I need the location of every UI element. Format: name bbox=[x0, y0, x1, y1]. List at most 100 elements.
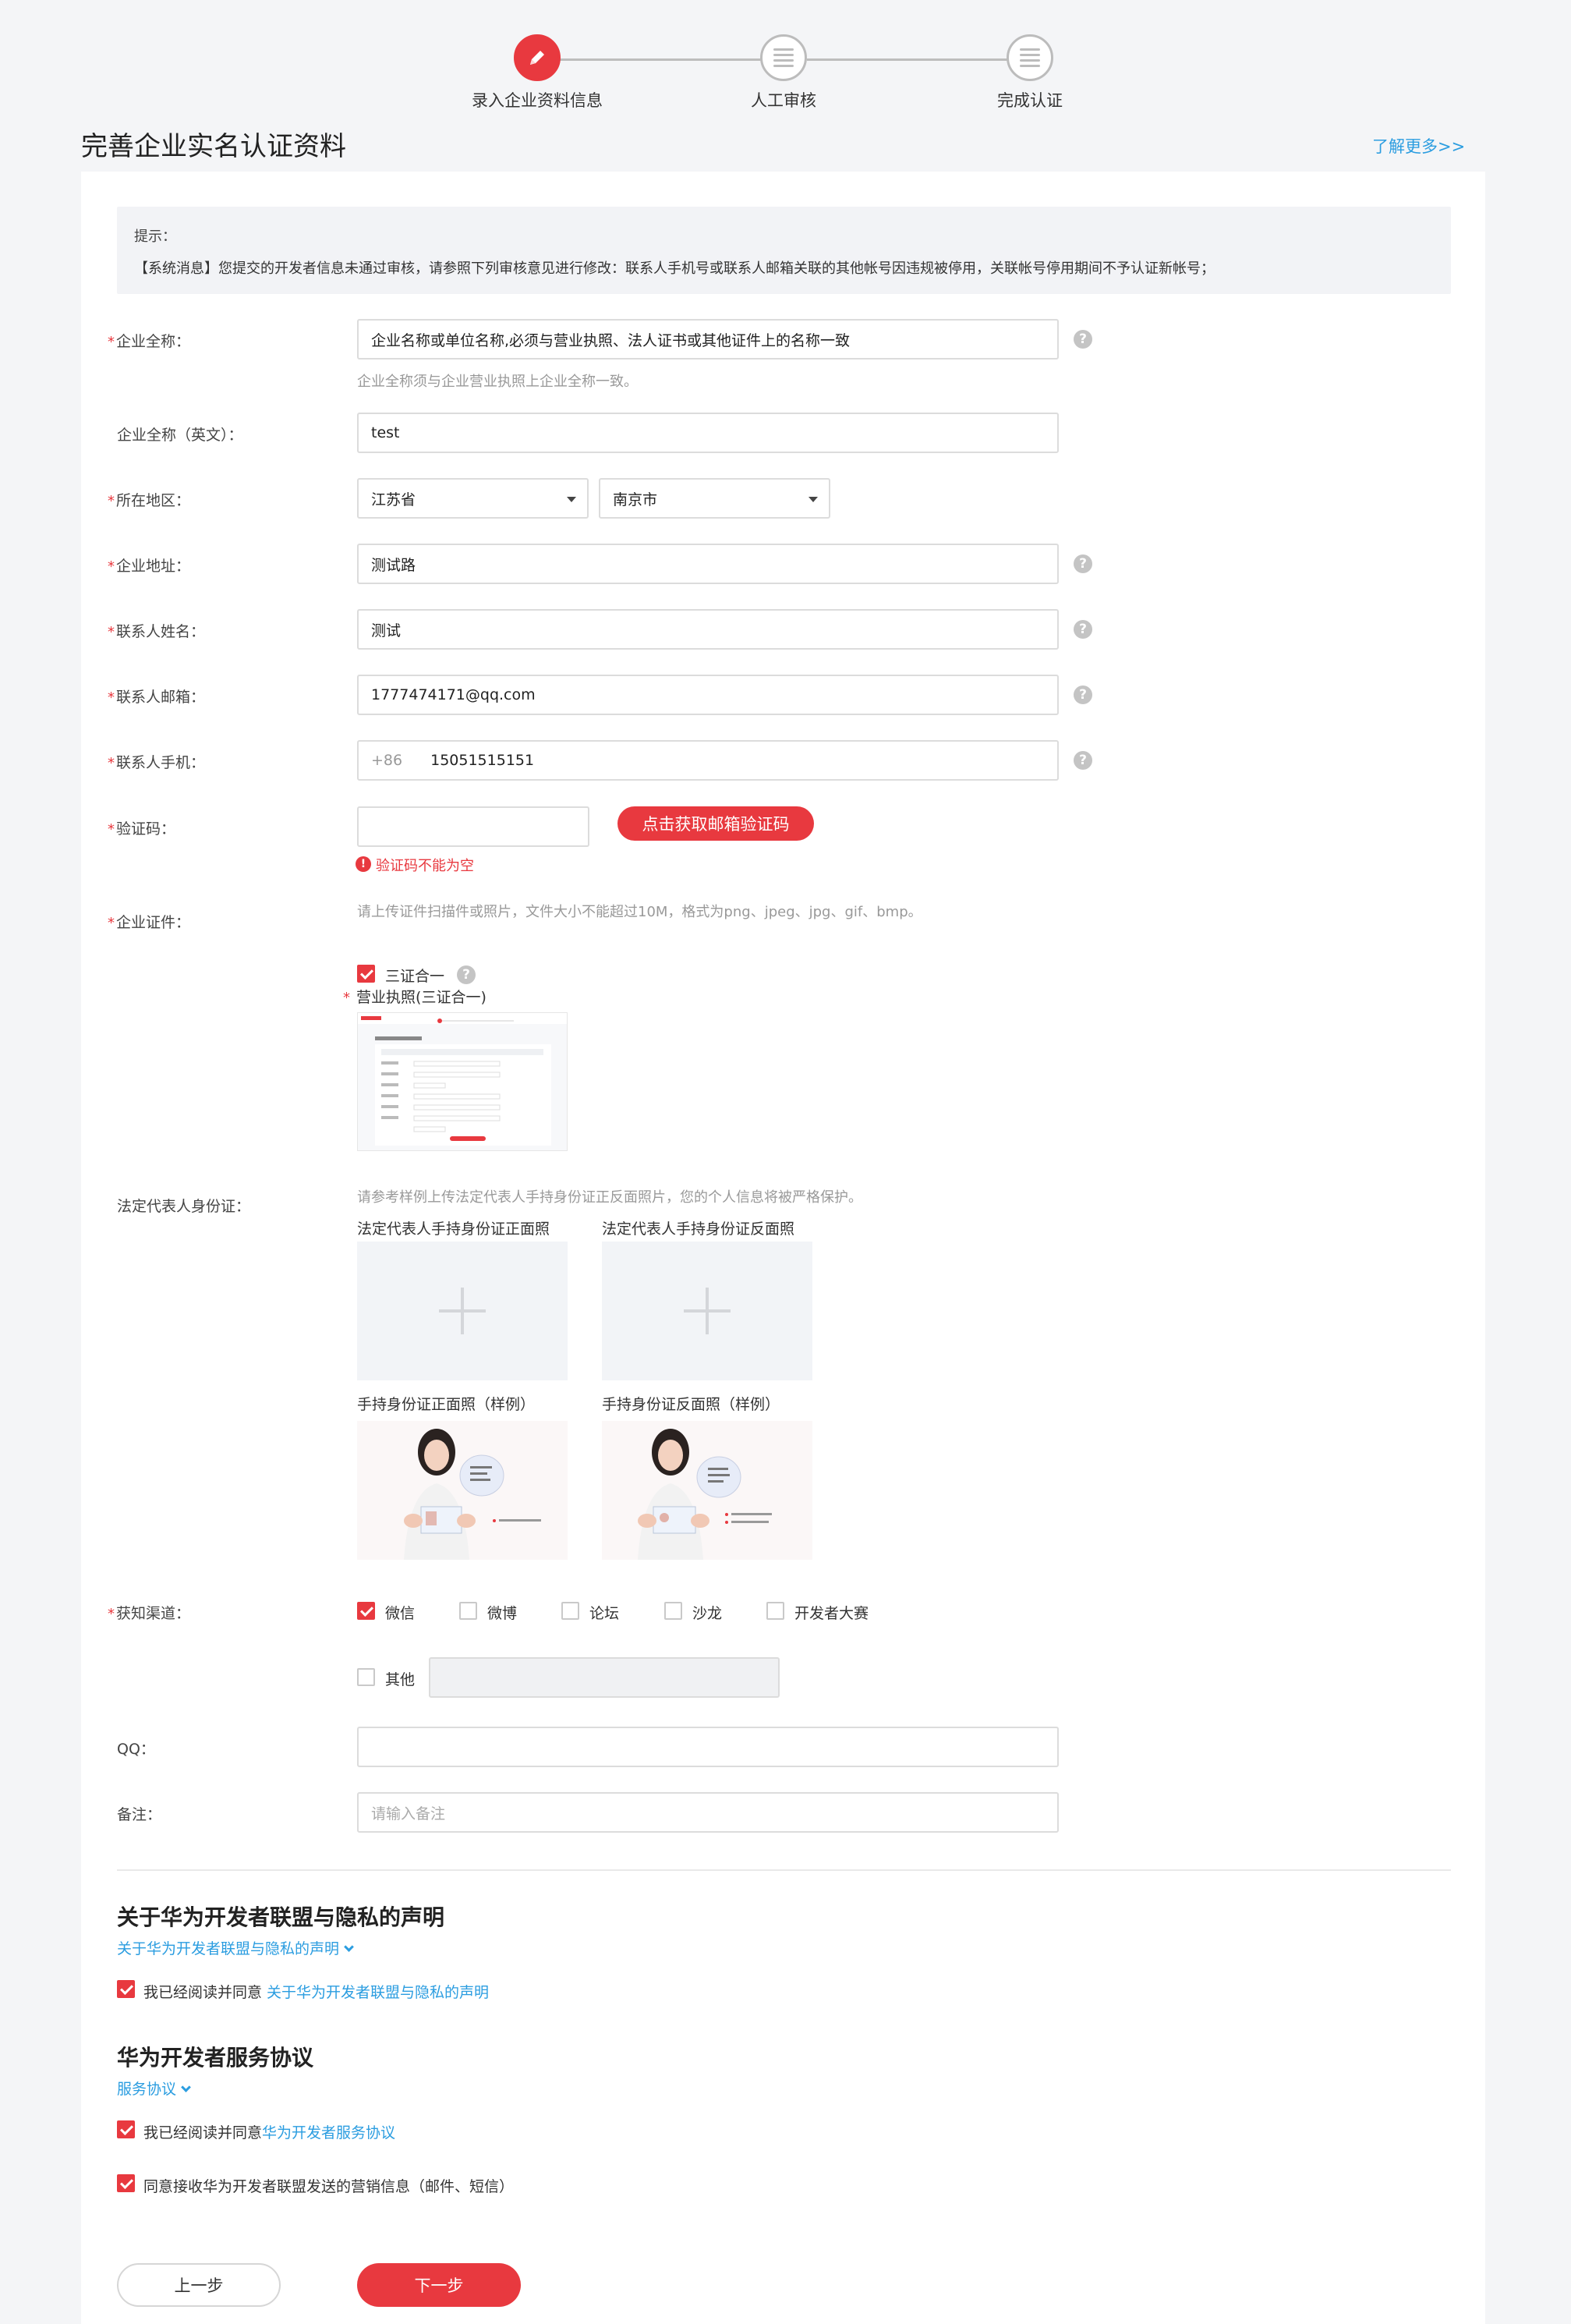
list-icon bbox=[760, 34, 807, 81]
upload-id-front-button[interactable] bbox=[357, 1242, 568, 1380]
license-thumbnail[interactable] bbox=[357, 1012, 568, 1151]
step-label-2: 人工审核 bbox=[751, 91, 816, 110]
channel-wechat-checkbox[interactable] bbox=[357, 1602, 375, 1620]
address-input[interactable]: 测试路 bbox=[357, 544, 1059, 584]
verify-code-input[interactable] bbox=[357, 806, 589, 847]
certificate-hint: 请上传证件扫描件或照片，文件大小不能超过10M，格式为png、jpeg、jpg、… bbox=[357, 904, 922, 920]
contact-email-input[interactable]: 1777474171@qq.com bbox=[357, 675, 1059, 715]
company-name-label: * 企业全称： bbox=[108, 333, 191, 350]
contact-name-input[interactable]: 测试 bbox=[357, 609, 1059, 650]
channel-wechat-label: 微信 bbox=[385, 1605, 416, 1622]
contact-name-label: * 联系人姓名： bbox=[108, 623, 206, 640]
learn-more-link[interactable]: 了解更多>> bbox=[1372, 134, 1465, 158]
legal-id-hint: 请参考样例上传法定代表人手持身份证正反面照片，您的个人信息将被严格保护。 bbox=[357, 1189, 862, 1206]
step-label-3: 完成认证 bbox=[997, 91, 1063, 110]
contact-email-label: * 联系人邮箱： bbox=[108, 689, 206, 706]
tip-text: 【系统消息】您提交的开发者信息未通过审核，请参照下列审核意见进行修改：联系人手机… bbox=[134, 260, 1215, 277]
qq-label: QQ： bbox=[117, 1741, 155, 1758]
remark-label: 备注： bbox=[117, 1806, 162, 1823]
channel-contest-checkbox[interactable] bbox=[766, 1602, 784, 1620]
id-front-sample-image bbox=[357, 1421, 568, 1560]
step-connector bbox=[560, 58, 761, 61]
contact-phone-input[interactable]: +86 15051515151 bbox=[357, 740, 1059, 781]
upload-id-back-button[interactable] bbox=[602, 1242, 812, 1380]
verify-code-error: 验证码不能为空 bbox=[376, 858, 474, 874]
contact-phone-label: * 联系人手机： bbox=[108, 754, 206, 771]
marketing-agree-checkbox[interactable] bbox=[117, 2174, 135, 2192]
privacy-agree-text: 我已经阅读并同意 关于华为开发者联盟与隐私的声明 bbox=[143, 1984, 490, 2001]
company-name-hint: 企业全称须与企业营业执照上企业全称一致。 bbox=[357, 374, 638, 390]
service-agree-checkbox[interactable] bbox=[117, 2120, 135, 2138]
privacy-title: 关于华为开发者联盟与隐私的声明 bbox=[117, 1904, 445, 1930]
legal-id-label: 法定代表人身份证： bbox=[117, 1198, 251, 1215]
phone-prefix: +86 bbox=[371, 752, 403, 769]
help-icon[interactable]: ? bbox=[1074, 330, 1092, 349]
company-name-input[interactable]: 企业名称或单位名称,必须与营业执照、法人证书或其他证件上的名称一致 bbox=[357, 319, 1059, 360]
channel-weibo-label: 微博 bbox=[487, 1605, 518, 1622]
tip-title: 提示： bbox=[134, 229, 176, 245]
get-email-code-button[interactable]: 点击获取邮箱验证码 bbox=[617, 806, 814, 841]
help-icon[interactable]: ? bbox=[1074, 554, 1092, 573]
id-front-sample-label: 手持身份证正面照（样例） bbox=[357, 1396, 536, 1413]
service-agreement-link[interactable]: 华为开发者服务协议 bbox=[262, 2124, 395, 2142]
id-back-sample-image bbox=[602, 1421, 812, 1560]
channel-forum-checkbox[interactable] bbox=[561, 1602, 579, 1620]
channel-weibo-checkbox[interactable] bbox=[459, 1602, 477, 1620]
step-label-1: 录入企业资料信息 bbox=[472, 91, 603, 110]
channel-other-label: 其他 bbox=[385, 1671, 416, 1688]
channel-salon-label: 沙龙 bbox=[692, 1605, 723, 1622]
channel-other-input[interactable] bbox=[429, 1657, 780, 1698]
chevron-down-icon bbox=[808, 497, 818, 502]
next-step-button[interactable]: 下一步 bbox=[357, 2263, 521, 2307]
company-name-en-input[interactable]: test bbox=[357, 413, 1059, 453]
region-label: * 所在地区： bbox=[108, 492, 191, 509]
id-back-sample-label: 手持身份证反面照（样例） bbox=[602, 1396, 780, 1413]
three-in-one-label: 三证合一 bbox=[385, 968, 445, 985]
province-value: 江苏省 bbox=[371, 491, 416, 508]
prev-step-button[interactable]: 上一步 bbox=[117, 2263, 281, 2307]
address-label: * 企业地址： bbox=[108, 558, 191, 575]
privacy-expand-link[interactable]: 关于华为开发者联盟与隐私的声明 bbox=[117, 1937, 354, 1958]
id-back-label: 法定代表人手持身份证反面照 bbox=[602, 1220, 795, 1238]
city-value: 南京市 bbox=[613, 491, 658, 508]
service-title: 华为开发者服务协议 bbox=[117, 2045, 314, 2071]
license-thumbnail-image bbox=[358, 1013, 567, 1150]
channel-contest-label: 开发者大赛 bbox=[794, 1605, 869, 1622]
three-in-one-checkbox[interactable] bbox=[357, 965, 375, 983]
pencil-icon bbox=[514, 34, 561, 81]
channel-other-checkbox[interactable] bbox=[357, 1668, 375, 1686]
system-tip-box: 提示： 【系统消息】您提交的开发者信息未通过审核，请参照下列审核意见进行修改：联… bbox=[117, 207, 1451, 294]
province-select[interactable]: 江苏省 bbox=[357, 478, 589, 519]
certificate-label: * 企业证件： bbox=[108, 914, 191, 931]
marketing-agree-text: 同意接收华为开发者联盟发送的营销信息（邮件、短信） bbox=[143, 2178, 515, 2195]
remark-input[interactable]: 请输入备注 bbox=[357, 1792, 1059, 1833]
chevron-down-icon bbox=[344, 1942, 354, 1952]
help-icon[interactable]: ? bbox=[1074, 751, 1092, 770]
error-icon: ! bbox=[356, 856, 371, 872]
page-title: 完善企业实名认证资料 bbox=[81, 131, 346, 162]
company-name-en-label: 企业全称（英文）： bbox=[117, 427, 243, 444]
channel-salon-checkbox[interactable] bbox=[664, 1602, 682, 1620]
help-icon[interactable]: ? bbox=[457, 965, 476, 984]
step-connector bbox=[807, 58, 1008, 61]
chevron-down-icon bbox=[181, 2082, 191, 2092]
person-holding-id-back-image bbox=[602, 1421, 812, 1560]
chevron-down-icon bbox=[567, 497, 576, 502]
channel-forum-label: 论坛 bbox=[589, 1605, 620, 1622]
channel-label: * 获知渠道： bbox=[108, 1605, 191, 1622]
id-front-label: 法定代表人手持身份证正面照 bbox=[357, 1220, 550, 1238]
help-icon[interactable]: ? bbox=[1074, 686, 1092, 704]
privacy-statement-link[interactable]: 关于华为开发者联盟与隐私的声明 bbox=[267, 1984, 489, 2001]
privacy-agree-checkbox[interactable] bbox=[117, 1980, 135, 1998]
list-icon bbox=[1007, 34, 1053, 81]
help-icon[interactable]: ? bbox=[1074, 620, 1092, 639]
license-label: * 营业执照(三证合一) bbox=[343, 989, 487, 1006]
person-holding-id-image bbox=[357, 1421, 568, 1560]
qq-input[interactable] bbox=[357, 1727, 1059, 1767]
service-agree-text: 我已经阅读并同意华为开发者服务协议 bbox=[143, 2124, 396, 2142]
section-divider bbox=[117, 1869, 1451, 1871]
service-expand-link[interactable]: 服务协议 bbox=[117, 2078, 191, 2099]
city-select[interactable]: 南京市 bbox=[599, 478, 830, 519]
phone-value: 15051515151 bbox=[430, 752, 535, 769]
verify-code-label: * 验证码： bbox=[108, 820, 176, 838]
